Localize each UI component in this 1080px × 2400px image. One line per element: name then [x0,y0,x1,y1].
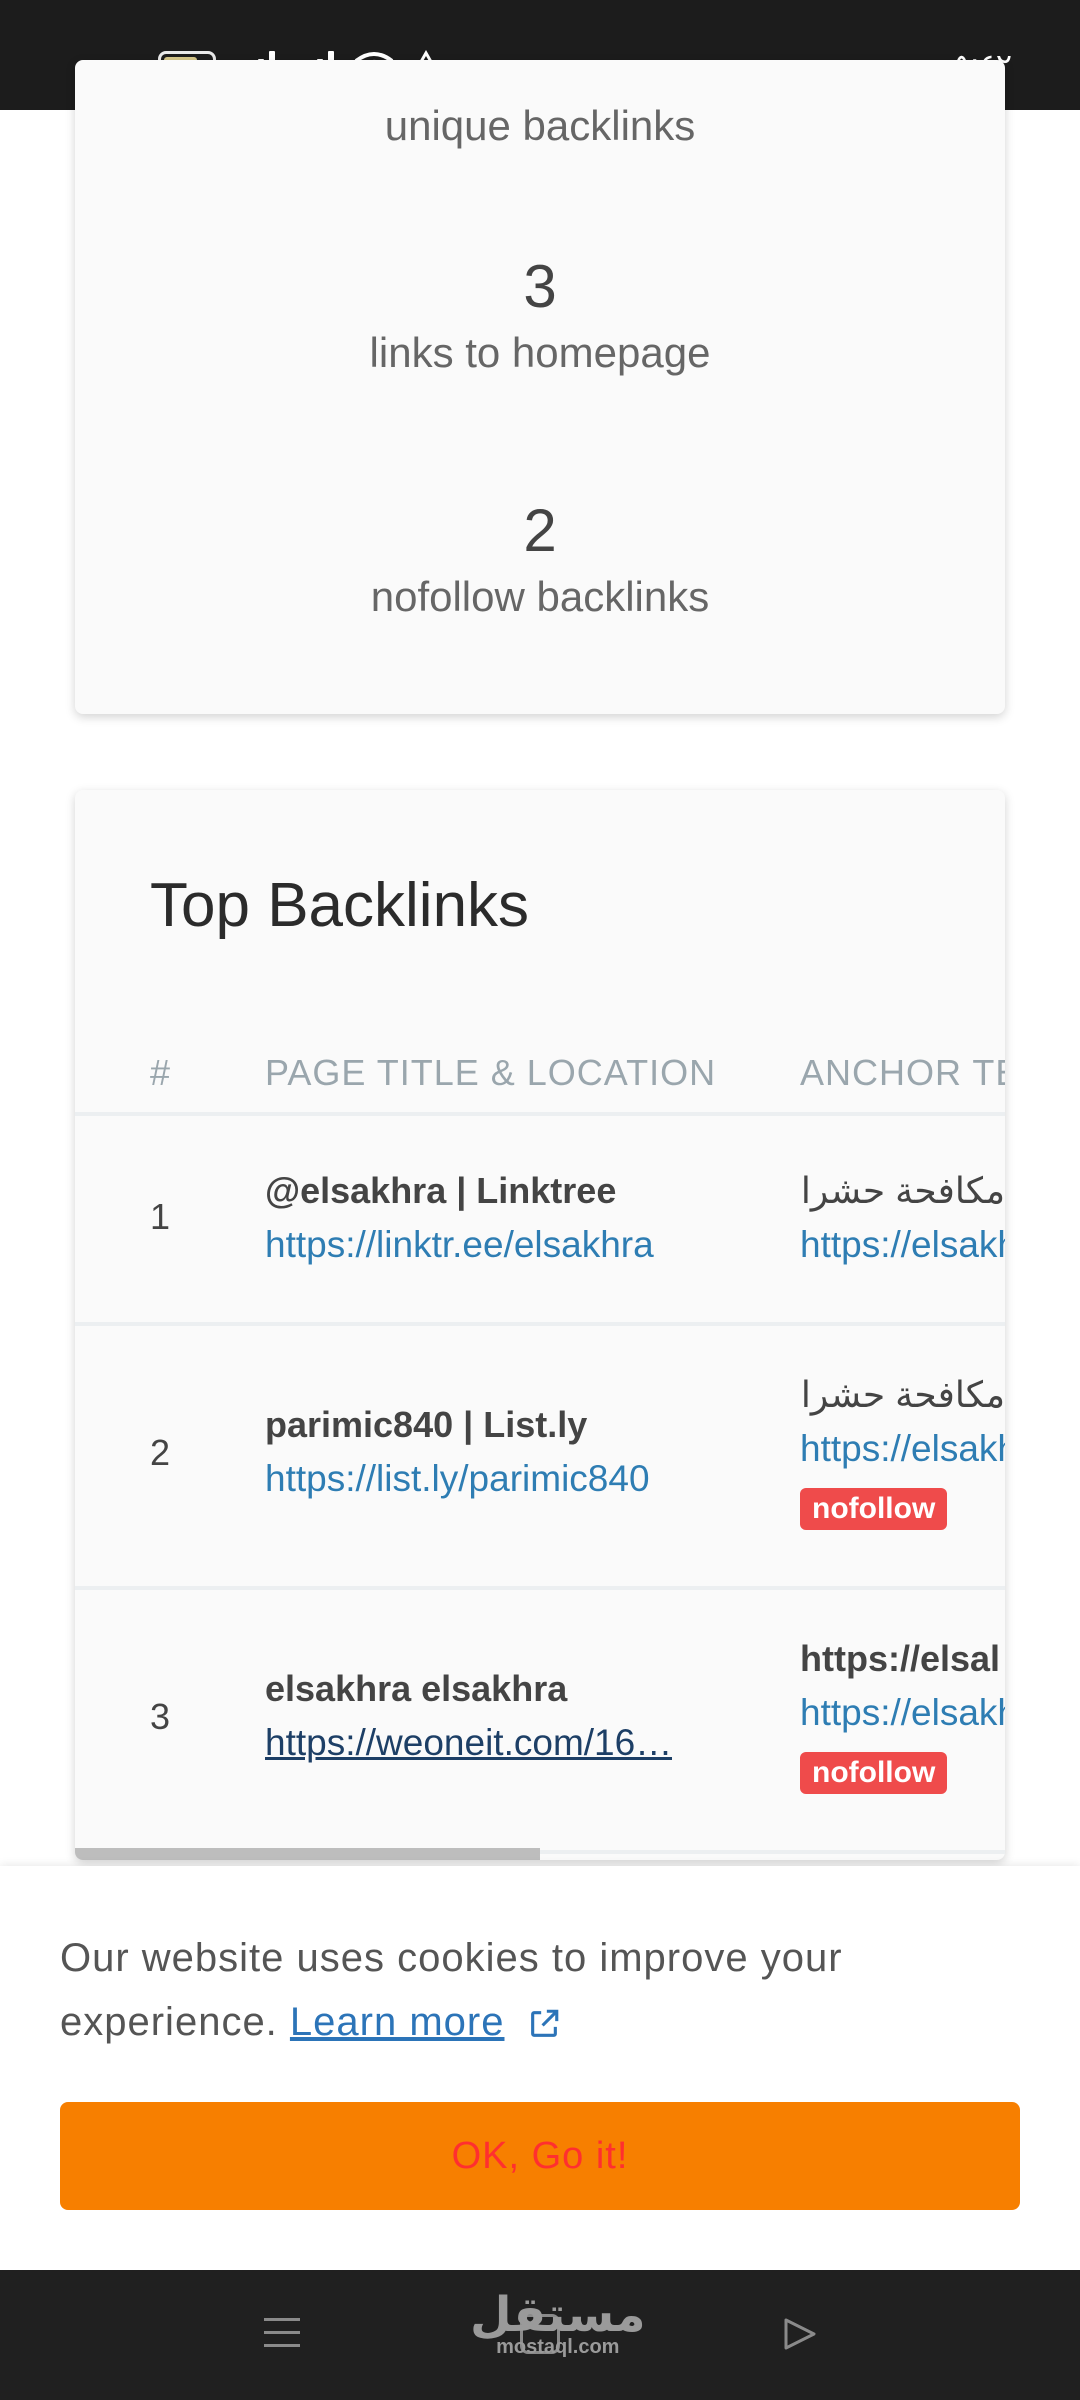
stat-number: 2 [523,497,557,564]
back-icon[interactable] [780,2314,820,2354]
table-row: 1 @elsakhra | Linktree https://linktr.ee… [75,1120,1005,1326]
anchor-text: https://elsal [800,1638,1001,1679]
watermark-url: mostaql.com [496,2336,620,2358]
anchor-text: مكافحة حشرات عفش في مصر [800,1374,1005,1415]
nofollow-badge: nofollow [800,1488,948,1530]
top-backlinks-card[interactable]: Top Backlinks # PAGE TITLE & LOCATION AN… [75,790,1005,1860]
external-link-icon[interactable] [527,2007,561,2041]
stats-card: unique backlinks 3 links to homepage 2 n… [75,60,1005,714]
page-link[interactable]: https://linktr.ee/elsakhra [265,1224,654,1266]
learn-more-link[interactable]: Learn more [290,2000,505,2044]
table-row: 3 elsakhra elsakhra https://weoneit.com/… [75,1594,1005,1854]
anchor-link[interactable]: https://elsakhra [800,1428,1005,1470]
stat-links-to-homepage: 3 links to homepage [75,252,1005,377]
stat-unique-backlinks: unique backlinks [75,94,1005,150]
nofollow-badge: nofollow [800,1752,948,1794]
accept-cookies-button[interactable]: OK, Go it! [60,2102,1020,2210]
page-title: parimic840 | List.ly [265,1404,588,1445]
menu-icon[interactable] [264,2318,300,2350]
stat-label: unique backlinks [384,102,696,149]
watermark-logo: مستقل mostaql.com [470,2290,646,2359]
section-title: Top Backlinks [150,871,530,940]
page-link[interactable]: https://list.ly/parimic840 [265,1458,650,1500]
table-header: # PAGE TITLE & LOCATION ANCHOR TE [75,1040,1005,1116]
stat-nofollow-backlinks: 2 nofollow backlinks [75,496,1005,621]
row-number: 3 [150,1696,171,1737]
stat-label: nofollow backlinks [370,573,710,620]
horizontal-scrollbar[interactable] [75,1848,540,1860]
column-header-anchor-text: ANCHOR TE [800,1052,1005,1093]
column-header-page-title: PAGE TITLE & LOCATION [265,1052,717,1093]
stat-number: 3 [523,253,557,320]
anchor-link[interactable]: https://elsakhra [800,1224,1005,1266]
table-row: 2 parimic840 | List.ly https://list.ly/p… [75,1330,1005,1590]
anchor-link[interactable]: https://elsakhra [800,1692,1005,1734]
row-number: 1 [150,1196,171,1237]
anchor-text: مكافحة حشرات عفش في مصر [800,1170,1005,1211]
navigation-bar: مستقل mostaql.com [0,2270,1080,2400]
watermark-arabic: مستقل [470,2287,646,2343]
stat-label: links to homepage [369,329,711,376]
cookie-banner: Our website uses cookies to improve your… [0,1866,1080,2270]
page-link[interactable]: https://weoneit.com/16… [265,1722,672,1764]
cookie-message: Our website uses cookies to improve your… [60,1926,960,2054]
page-title: @elsakhra | Linktree [265,1170,617,1211]
row-number: 2 [150,1432,171,1473]
page-title: elsakhra elsakhra [265,1668,568,1709]
column-header-num: # [150,1052,172,1093]
